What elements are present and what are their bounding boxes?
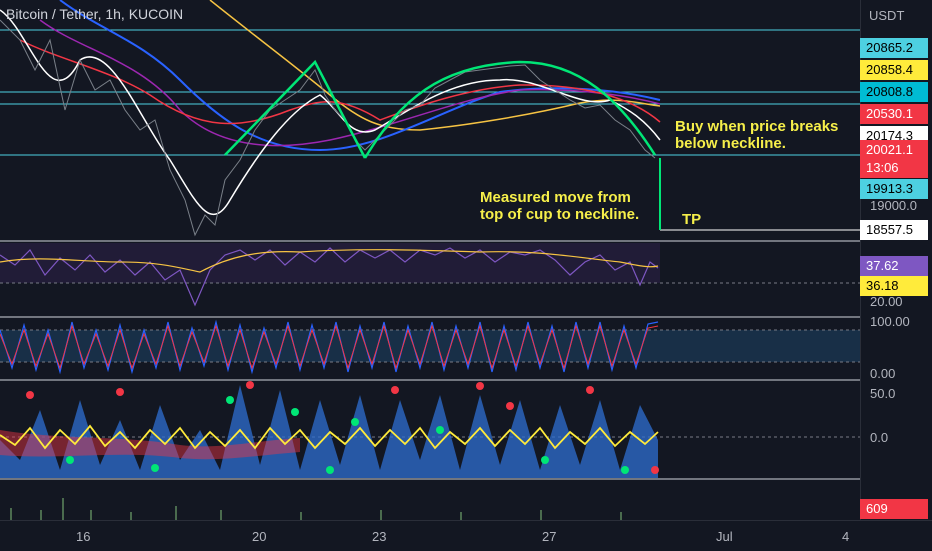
price-tag: 20858.4 (860, 60, 928, 80)
price-tag: 20021.1 (860, 140, 928, 160)
currency-label: USDT (869, 8, 905, 23)
axis-tick-label: 0.0 (870, 430, 889, 445)
time-tick-label: 27 (542, 529, 557, 544)
time-tick-label: 16 (76, 529, 91, 544)
axis-tick-label: 19000.0 (870, 198, 917, 213)
time-tick-label: 23 (372, 529, 387, 544)
price-tag: 37.62 (860, 256, 928, 276)
white-ma (0, 9, 661, 215)
wave-fill (0, 385, 658, 478)
axis-tick-label: 20.00 (870, 294, 903, 309)
time-axis[interactable]: 16 20 23 27 Jul 4 (0, 520, 932, 551)
time-tick-label: 20 (252, 529, 267, 544)
time-tick-label: 4 (842, 529, 850, 544)
measured-annotation-line2: top of cup to neckline. (480, 206, 640, 223)
tp-label: TP (682, 211, 702, 228)
axis-tick-label: 100.00 (870, 314, 910, 329)
price-tag: 19913.3 (860, 179, 928, 199)
volume-bars (10, 498, 622, 520)
time-tick-label: Jul (716, 529, 733, 544)
buy-annotation: Buy when price breaks below neckline. (675, 118, 838, 152)
price-tag: 36.18 (860, 276, 928, 296)
buy-annotation-line2: below neckline. (675, 135, 786, 152)
price-tag: 20808.8 (860, 82, 928, 102)
symbol-title[interactable]: Bitcoin / Tether, 1h, KUCOIN (6, 6, 183, 22)
price-tag: 18557.5 (860, 220, 928, 240)
price-chart[interactable] (0, 0, 860, 520)
price-tag: 609 (860, 499, 928, 519)
price-tag: 20865.2 (860, 38, 928, 58)
rsi-band (0, 243, 660, 283)
measured-annotation-line1: Measured move from (480, 189, 631, 206)
price-tag: 20530.1 (860, 104, 928, 124)
axis-tick-label: 50.0 (870, 386, 896, 401)
measured-move-annotation: Measured move from top of cup to necklin… (480, 189, 639, 223)
axis-tick-label: 0.00 (870, 366, 896, 381)
price-tag: 13:06 (860, 158, 928, 178)
buy-annotation-line1: Buy when price breaks (675, 118, 839, 135)
